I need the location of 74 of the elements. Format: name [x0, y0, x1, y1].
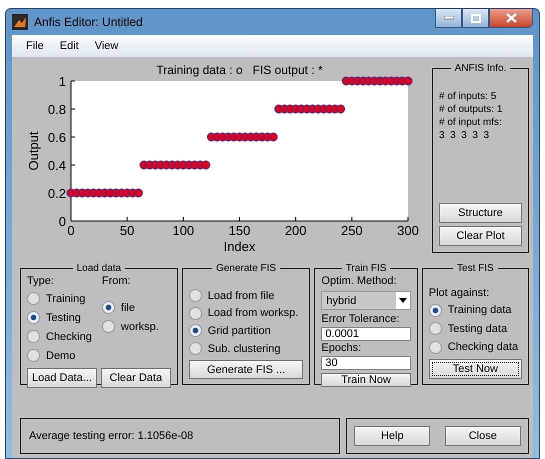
- field-label: Error Tolerance:: [321, 312, 400, 327]
- data-point: [404, 76, 412, 86]
- window-title: Anfis Editor: Untitled: [34, 15, 144, 29]
- radio-option[interactable]: Grid partition: [188, 322, 304, 340]
- tick-label: 0.4: [48, 158, 66, 173]
- menu-item[interactable]: File: [20, 38, 50, 54]
- chart-title: Training data : o FIS output : *: [156, 63, 323, 77]
- radio-option[interactable]: Load from file: [188, 286, 304, 305]
- input-field[interactable]: 30: [321, 356, 411, 370]
- minimize-button[interactable]: [435, 9, 462, 28]
- info-text: 3 3 3 3 3: [439, 129, 490, 142]
- radio-option[interactable]: file: [102, 298, 171, 317]
- menu-item[interactable]: Edit: [54, 38, 85, 54]
- method-dropdown[interactable]: hybrid: [321, 291, 411, 310]
- tick-label: 250: [340, 223, 363, 238]
- panel-title: ANFIS Info.: [454, 63, 508, 74]
- axis-label: Index: [224, 239, 256, 253]
- tick-label: 50: [120, 223, 134, 238]
- generate-button[interactable]: Generate FIS ...: [188, 360, 304, 380]
- app-logo-icon: [12, 14, 28, 30]
- close-button[interactable]: [489, 9, 533, 28]
- radio-option[interactable]: Load from worksp.: [188, 304, 304, 322]
- radio-option[interactable]: Training data: [428, 300, 522, 320]
- tick-label: 0: [67, 223, 75, 238]
- info-text: # of input mfs:: [439, 116, 503, 129]
- minimize-icon: [444, 16, 454, 20]
- panel-button[interactable]: Clear Data: [100, 368, 171, 388]
- input-field[interactable]: 0.0001: [321, 327, 411, 341]
- radio-option[interactable]: Demo: [27, 346, 96, 365]
- field-label: Plot against:: [428, 286, 490, 301]
- radio-option[interactable]: Testing: [27, 308, 96, 327]
- panel-title: Test FIS: [456, 263, 495, 274]
- info-text: # of inputs: 5: [439, 90, 498, 103]
- caret-icon: [398, 298, 407, 303]
- panel-button[interactable]: Structure: [439, 203, 522, 223]
- maximize-icon: [470, 14, 480, 22]
- field-label: Optim. Method:: [321, 274, 398, 289]
- tick-label: 200: [284, 223, 307, 238]
- tick-label: 100: [172, 223, 194, 238]
- maximize-button[interactable]: [462, 9, 489, 28]
- field-label: Type:: [27, 274, 55, 289]
- radio-option[interactable]: Checking data: [428, 338, 522, 356]
- tick-label: 0.8: [48, 102, 66, 117]
- info-text: # of outputs: 1: [439, 103, 504, 116]
- tick-label: 1: [58, 74, 66, 89]
- test-button[interactable]: Test Now: [428, 359, 522, 379]
- data-point: [134, 188, 143, 198]
- tick-label: 0.2: [48, 186, 66, 201]
- data-point: [336, 104, 346, 114]
- status-text: Average testing error: 1.1056e-08: [29, 430, 194, 442]
- field-label: Epochs:: [321, 341, 362, 356]
- field-label: From:: [102, 274, 132, 289]
- panel-button[interactable]: Clear Plot: [439, 226, 522, 246]
- dialog-button[interactable]: Help: [354, 426, 430, 446]
- close-icon: [506, 13, 516, 23]
- tick-label: 0: [58, 214, 66, 229]
- radio-option[interactable]: Sub. clustering: [188, 340, 304, 358]
- panel-title: Load data: [76, 263, 122, 274]
- radio-option[interactable]: worksp.: [102, 317, 171, 336]
- panel-title: Generate FIS: [215, 263, 278, 274]
- tick-label: 300: [397, 223, 419, 238]
- panel-button[interactable]: Load Data...: [27, 368, 97, 388]
- dialog-button[interactable]: Close: [444, 426, 521, 446]
- train-button[interactable]: Train Now: [321, 373, 411, 387]
- tick-label: 150: [228, 223, 250, 238]
- axis-label: Output: [26, 131, 41, 171]
- data-point: [201, 160, 210, 170]
- radio-option[interactable]: Checking: [27, 327, 96, 346]
- tick-label: 0.6: [48, 130, 66, 145]
- radio-option[interactable]: Testing data: [428, 319, 522, 338]
- data-point: [268, 132, 278, 142]
- panel-title: Train FIS: [344, 263, 388, 274]
- radio-option[interactable]: Training: [27, 289, 96, 308]
- menu-item[interactable]: View: [88, 38, 124, 54]
